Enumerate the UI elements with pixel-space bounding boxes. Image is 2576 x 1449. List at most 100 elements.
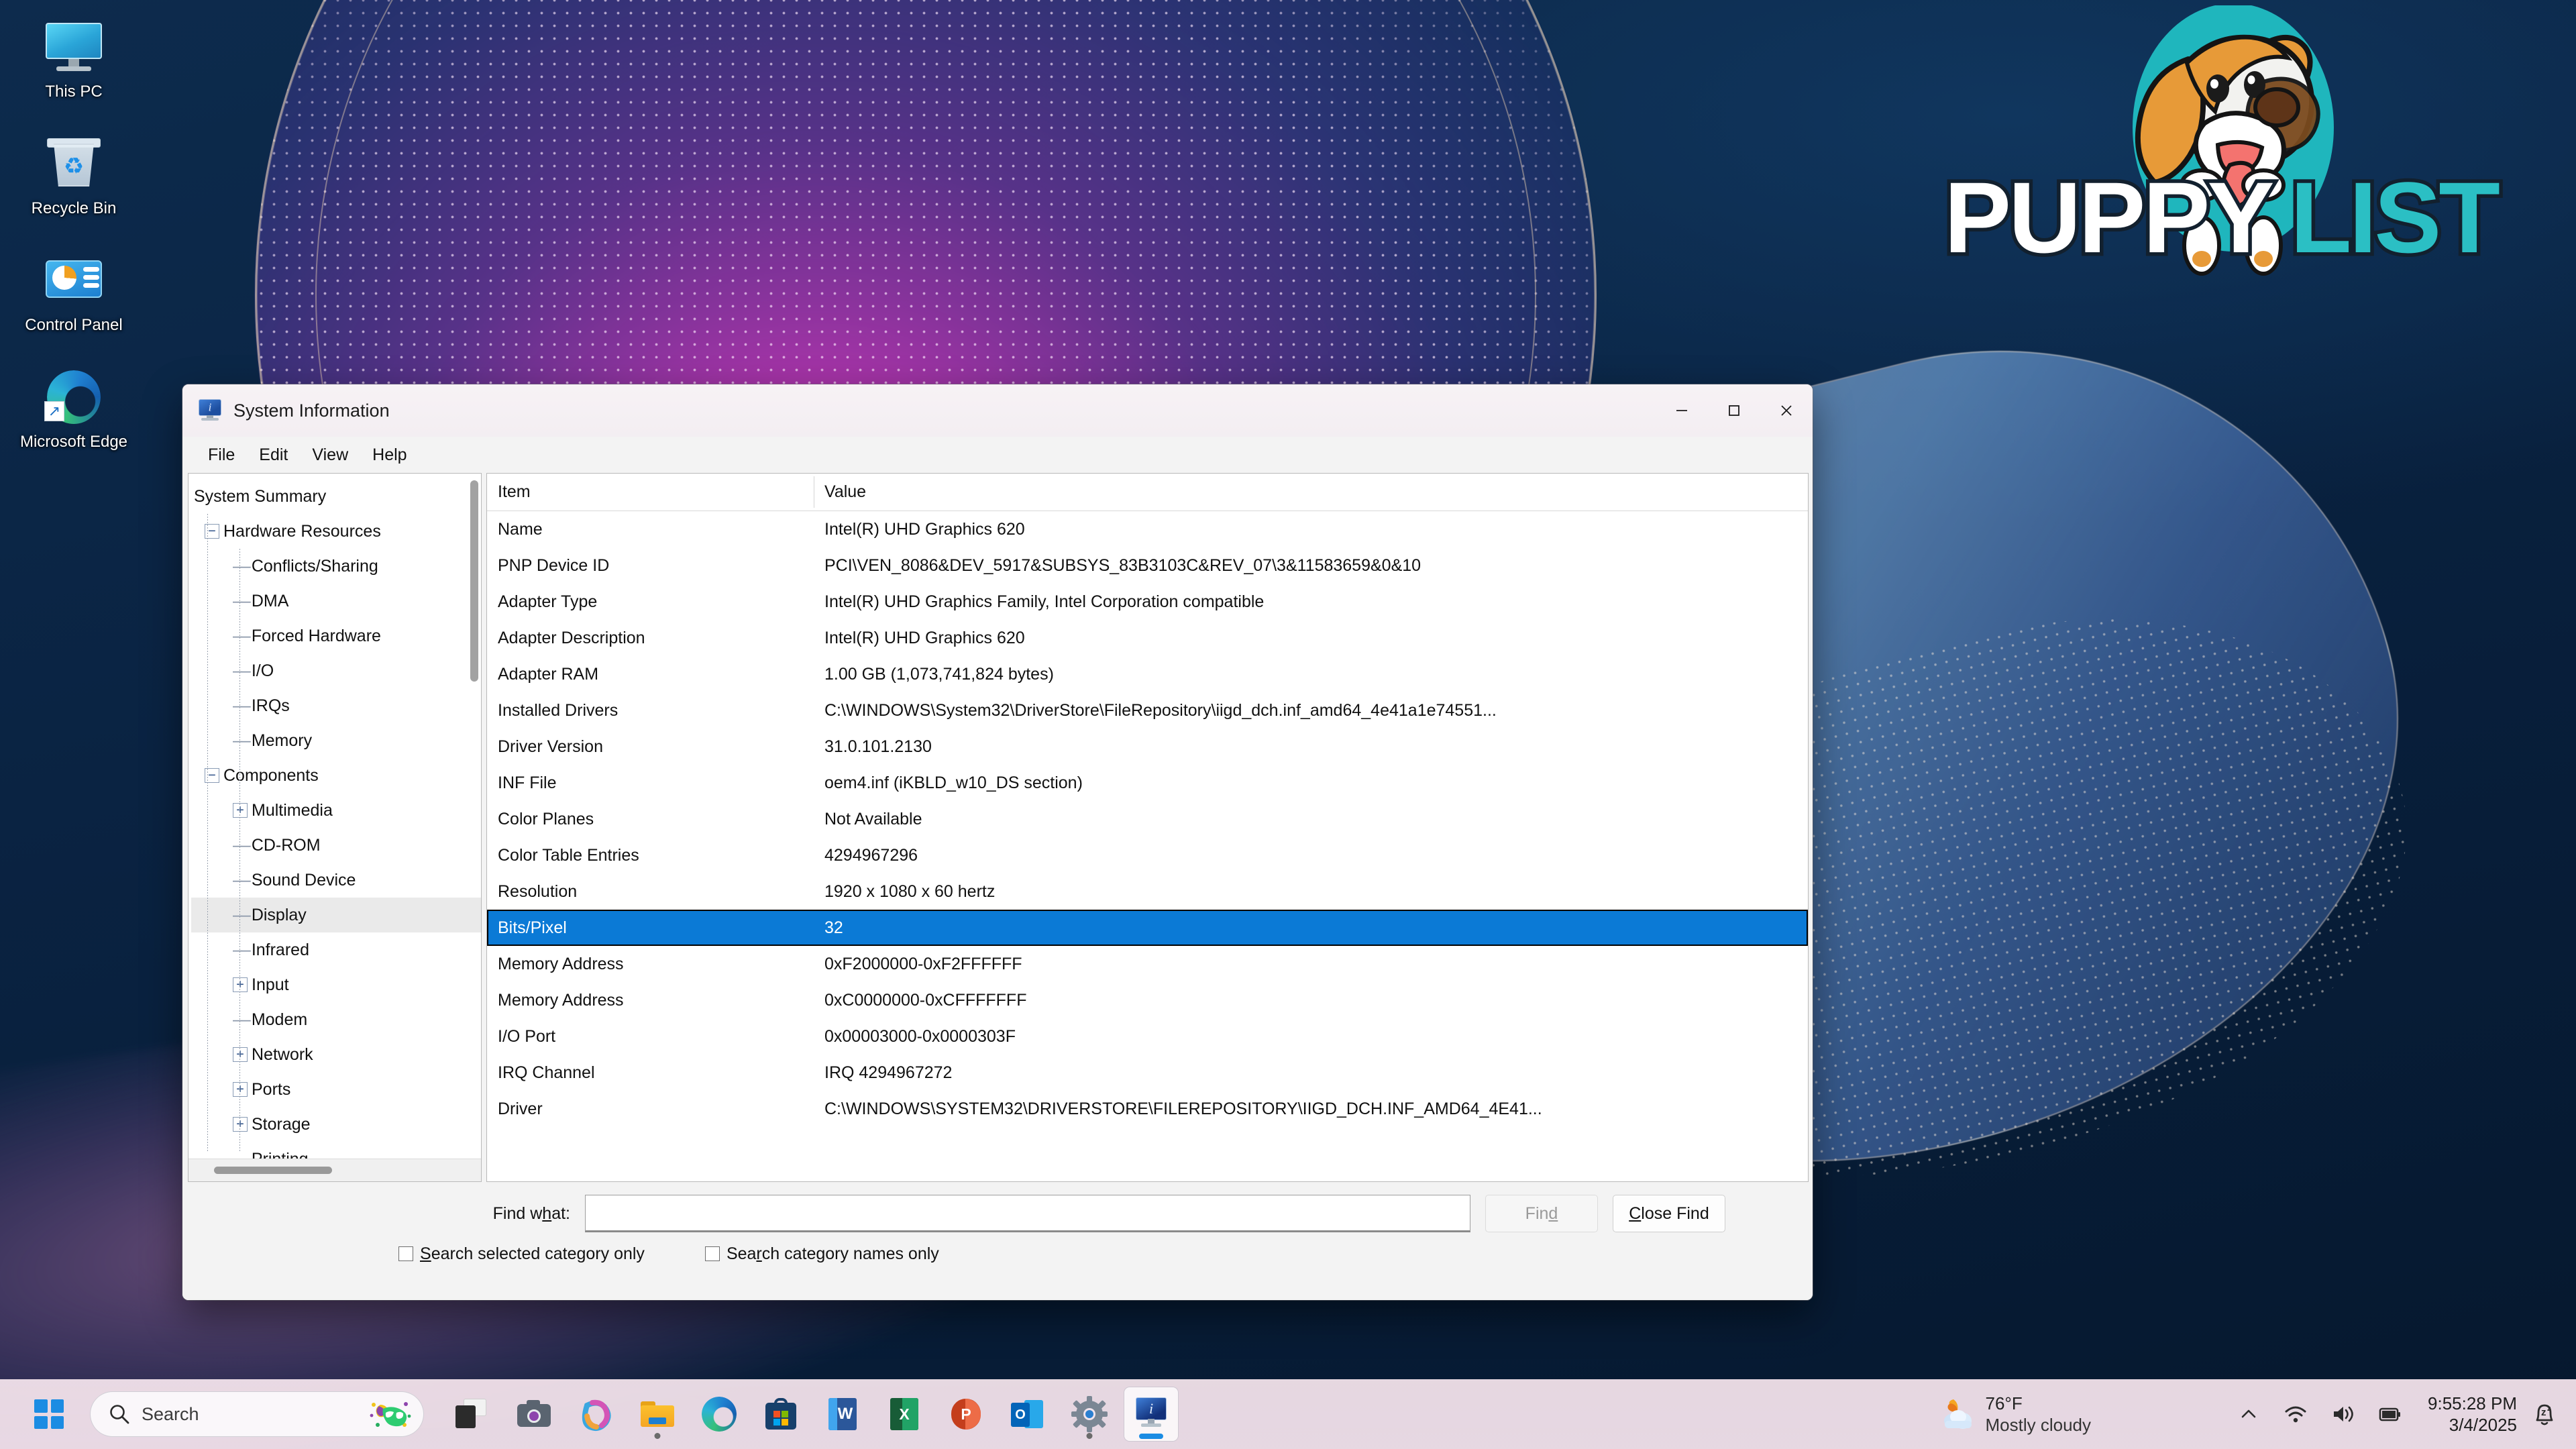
taskbar-app-microsoft-store[interactable] [754, 1387, 808, 1441]
tree-item-input[interactable]: + Input [191, 967, 481, 1002]
expand-icon[interactable]: + [233, 1047, 248, 1062]
tree-item-components[interactable]: − Components [191, 758, 481, 793]
minimize-button[interactable] [1656, 384, 1708, 437]
checkbox-box[interactable] [704, 1246, 720, 1261]
table-row[interactable]: Adapter Description Intel(R) UHD Graphics… [487, 620, 1808, 656]
tree-item-dma[interactable]: –– DMA [191, 584, 481, 619]
tree-item-label: Multimedia [252, 800, 333, 820]
taskbar-app-outlook[interactable]: O [1001, 1387, 1055, 1441]
show-hidden-icons-button[interactable] [2229, 1395, 2268, 1434]
tree-item-hardware-resources[interactable]: − Hardware Resources [191, 514, 481, 549]
menu-file[interactable]: File [197, 441, 246, 469]
taskbar-app-system-information[interactable]: i [1124, 1387, 1178, 1441]
taskbar-app-task-view[interactable] [445, 1387, 499, 1441]
tree-item-system-summary[interactable]: System Summary [191, 479, 481, 514]
column-header-value[interactable]: Value [814, 474, 1808, 511]
tree-horizontal-scrollbar-track[interactable] [189, 1159, 481, 1181]
category-tree[interactable]: System Summary − Hardware Resources –– Confl… [189, 474, 481, 1159]
table-row[interactable]: Bits/Pixel 32 [487, 910, 1808, 946]
desktop-icon-recycle-bin[interactable]: ♻ Recycle Bin [10, 130, 138, 219]
close-find-button[interactable]: Close Find [1613, 1195, 1725, 1232]
tree-item-printing[interactable]: ––Printing [191, 1142, 481, 1159]
category-tree-panel[interactable]: System Summary − Hardware Resources –– Confl… [188, 473, 482, 1182]
column-header-item[interactable]: Item [487, 474, 814, 511]
taskbar-app-excel[interactable]: X [877, 1387, 931, 1441]
table-row[interactable]: Color Planes Not Available [487, 801, 1808, 837]
expand-icon[interactable]: + [233, 1117, 248, 1132]
taskbar-app-word[interactable]: W [816, 1387, 869, 1441]
table-row[interactable]: INF File oem4.inf (iKBLD_w10_DS section) [487, 765, 1808, 801]
menu-bar: File Edit View Help [182, 437, 1813, 473]
tree-item-cd-rom[interactable]: –– CD-ROM [191, 828, 481, 863]
table-row[interactable]: Installed Drivers C:\WINDOWS\System32\Dri… [487, 692, 1808, 729]
taskbar-app-powerpoint[interactable]: P [939, 1387, 993, 1441]
taskbar-clock[interactable]: 9:55:28 PM 3/4/2025 [2428, 1393, 2517, 1436]
table-row[interactable]: Resolution 1920 x 1080 x 60 hertz [487, 873, 1808, 910]
table-row[interactable]: IRQ Channel IRQ 4294967272 [487, 1055, 1808, 1091]
expand-icon[interactable]: + [233, 977, 248, 992]
taskbar[interactable]: Search W X P O i 76°F Mostly cloudy 9:55… [0, 1379, 2576, 1449]
tree-item-conflicts-sharing[interactable]: –– Conflicts/Sharing [191, 549, 481, 584]
tree-horizontal-scrollbar-thumb[interactable] [214, 1167, 332, 1174]
tree-item-memory[interactable]: –– Memory [191, 723, 481, 758]
expand-icon[interactable]: + [233, 803, 248, 818]
table-row[interactable]: Adapter RAM 1.00 GB (1,073,741,824 bytes) [487, 656, 1808, 692]
taskbar-search-box[interactable]: Search [90, 1391, 424, 1437]
table-row[interactable]: I/O Port 0x00003000-0x0000303F [487, 1018, 1808, 1055]
table-cell-value: 1920 x 1080 x 60 hertz [824, 881, 996, 901]
chevron-up-icon [2241, 1409, 2256, 1418]
tree-item-irqs[interactable]: –– IRQs [191, 688, 481, 723]
close-button[interactable] [1760, 384, 1813, 437]
expand-icon[interactable]: + [233, 1082, 248, 1097]
table-row[interactable]: Memory Address 0xF2000000-0xF2FFFFFF [487, 946, 1808, 982]
taskbar-weather-widget[interactable]: 76°F Mostly cloudy [1939, 1393, 2091, 1436]
tree-item-network[interactable]: + Network [191, 1037, 481, 1072]
notifications-button[interactable]: z z [2529, 1397, 2560, 1431]
tree-item-modem[interactable]: –– Modem [191, 1002, 481, 1037]
tree-item-display[interactable]: –– Display [191, 898, 481, 932]
table-row[interactable]: Adapter Type Intel(R) UHD Graphics Family… [487, 584, 1808, 620]
search-selected-category-checkbox[interactable]: Search selected category only [398, 1244, 645, 1264]
table-row[interactable]: Name Intel(R) UHD Graphics 620 [487, 511, 1808, 547]
tree-item-storage[interactable]: + Storage [191, 1107, 481, 1142]
table-cell-item: Color Table Entries [498, 845, 639, 865]
tree-item-i-o[interactable]: –– I/O [191, 653, 481, 688]
checkbox-box[interactable] [398, 1246, 413, 1261]
menu-edit[interactable]: Edit [248, 441, 299, 469]
desktop-icon-microsoft-edge[interactable]: ↗ Microsoft Edge [10, 364, 138, 452]
network-button[interactable] [2276, 1395, 2315, 1434]
taskbar-app-file-explorer[interactable] [631, 1387, 684, 1441]
table-row[interactable]: PNP Device ID PCI\VEN_8086&DEV_5917&SUBSY… [487, 547, 1808, 584]
taskbar-app-settings[interactable] [1063, 1387, 1116, 1441]
taskbar-app-camera[interactable] [507, 1387, 561, 1441]
menu-help[interactable]: Help [362, 441, 417, 469]
system-information-window[interactable]: System Information File Edit View Help [182, 384, 1813, 1300]
tree-item-label: Printing [252, 1150, 309, 1159]
taskbar-app-microsoft-edge[interactable] [692, 1387, 746, 1441]
find-input[interactable] [585, 1195, 1470, 1232]
detail-list-panel[interactable]: Item Value Name Intel(R) UHD Graphics 620… [486, 473, 1809, 1182]
table-row[interactable]: Driver C:\WINDOWS\SYSTEM32\DRIVERSTORE\FI… [487, 1091, 1808, 1127]
desktop-icon-control-panel[interactable]: Control Panel [10, 247, 138, 335]
tree-item-forced-hardware[interactable]: –– Forced Hardware [191, 619, 481, 653]
menu-view[interactable]: View [301, 441, 359, 469]
battery-button[interactable] [2370, 1395, 2409, 1434]
tree-item-ports[interactable]: + Ports [191, 1072, 481, 1107]
volume-button[interactable] [2323, 1395, 2362, 1434]
window-title-bar[interactable]: System Information [182, 384, 1813, 437]
tree-item-multimedia[interactable]: + Multimedia [191, 793, 481, 828]
start-button[interactable] [28, 1393, 70, 1435]
search-category-names-checkbox[interactable]: Search category names only [704, 1244, 939, 1264]
tree-item-sound-device[interactable]: –– Sound Device [191, 863, 481, 898]
find-button[interactable]: Fin d [1485, 1195, 1598, 1232]
table-row[interactable]: Memory Address 0xC0000000-0xCFFFFFFF [487, 982, 1808, 1018]
table-row[interactable]: Driver Version 31.0.101.2130 [487, 729, 1808, 765]
detail-list-body[interactable]: Name Intel(R) UHD Graphics 620 PNP Device … [487, 511, 1808, 1181]
taskbar-app-copilot[interactable] [569, 1387, 623, 1441]
desktop[interactable]: This PC ♻ Recycle Bin Control Panel ↗ Mi… [0, 0, 2576, 1449]
table-row[interactable]: Color Table Entries 4294967296 [487, 837, 1808, 873]
maximize-button[interactable] [1708, 384, 1760, 437]
tree-item-infrared[interactable]: –– Infrared [191, 932, 481, 967]
desktop-icon-this-pc[interactable]: This PC [10, 13, 138, 102]
tree-item-label: I/O [251, 661, 274, 680]
